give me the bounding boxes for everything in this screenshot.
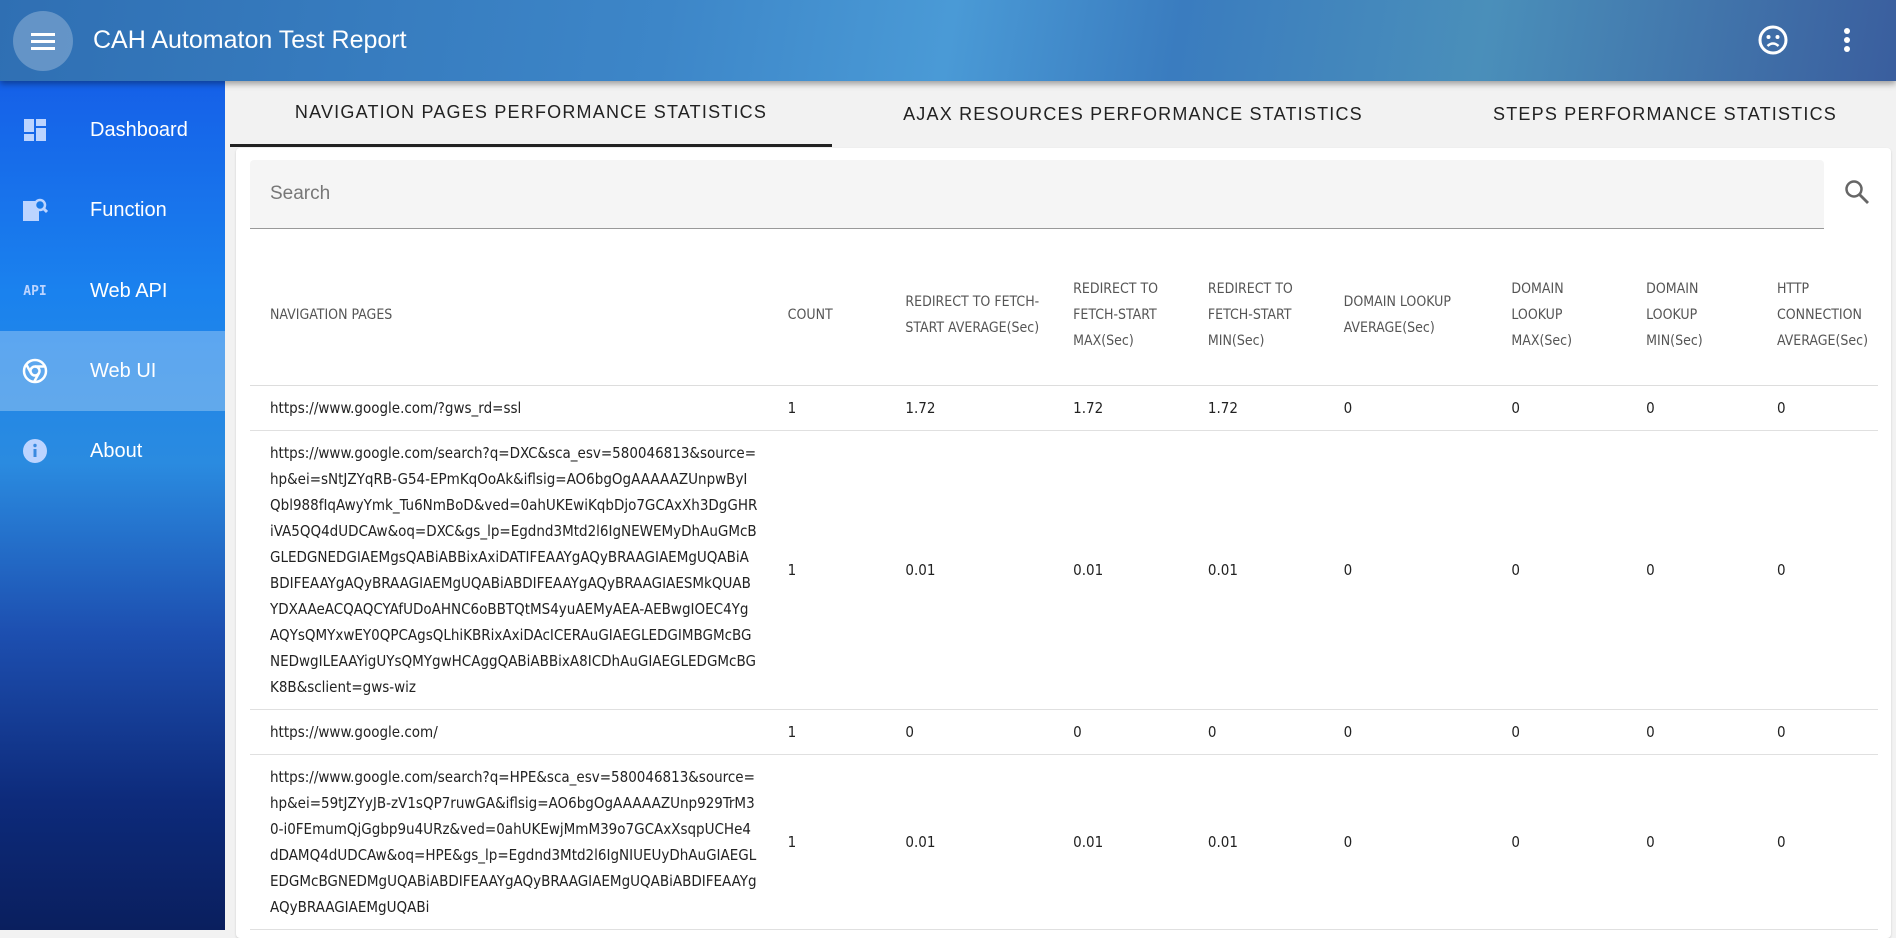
stat-cell: 0 [1626,430,1757,709]
dashboard-icon [22,117,48,143]
column-header[interactable]: COUNT [768,245,886,385]
info-icon [22,438,48,464]
stat-cell: 1 [768,385,886,430]
table-row: https://www.google.com/?gws_rd=ssl11.721… [250,385,1878,430]
sidebar-item-web-api[interactable]: API Web API [0,251,225,331]
stat-cell: 0 [1626,754,1757,929]
stat-cell: 0 [1491,709,1626,754]
sidebar-item-dashboard[interactable]: Dashboard [0,90,225,170]
column-header[interactable]: REDIRECT TO FETCH-START AVERAGE(Sec) [885,245,1053,385]
stat-cell: 0 [1757,754,1878,929]
stat-cell: 0.01 [1053,430,1188,709]
chrome-icon [22,358,48,384]
stat-cell: 1 [768,709,886,754]
page-url-cell: https://www.google.com/ [250,709,768,754]
stat-cell: 1 [768,430,886,709]
column-header[interactable]: REDIRECT TO FETCH-START MAX(Sec) [1053,245,1188,385]
app-header: CAH Automaton Test Report [0,0,1896,81]
stat-cell: 0 [1324,754,1492,929]
stat-cell: 0.01 [885,754,1053,929]
sidebar-item-about[interactable]: About [0,411,225,491]
table-row: https://www.google.com/search?q=DXC&sca_… [250,430,1878,709]
sidebar-item-label: About [90,440,142,463]
search-field[interactable] [250,160,1824,229]
more-vert-icon [1843,27,1851,53]
stat-cell: 0 [1324,430,1492,709]
sidebar: Dashboard Function API Web API Web UI Ab… [0,81,225,930]
column-header[interactable]: HTTP CONNECTION AVERAGE(Sec) [1757,245,1878,385]
sidebar-item-label: Web API [90,280,167,303]
navigation-pages-table: NAVIGATION PAGES COUNT REDIRECT TO FETCH… [250,245,1878,930]
tab-ajax-resources[interactable]: AJAX RESOURCES PERFORMANCE STATISTICS [832,81,1434,147]
sidebar-item-label: Dashboard [90,119,188,142]
search-icon[interactable] [1843,178,1871,206]
menu-button[interactable] [13,11,73,71]
page-url-cell: https://www.google.com/?gws_rd=ssl [250,385,768,430]
column-header[interactable]: DOMAIN LOOKUP AVERAGE(Sec) [1324,245,1492,385]
stat-cell: 0 [1491,385,1626,430]
stat-cell: 0 [1324,709,1492,754]
page-url-cell: https://www.google.com/search?q=DXC&sca_… [250,430,768,709]
column-header[interactable]: DOMAIN LOOKUP MIN(Sec) [1626,245,1757,385]
column-header[interactable]: DOMAIN LOOKUP MAX(Sec) [1491,245,1626,385]
tab-steps[interactable]: STEPS PERFORMANCE STATISTICS [1434,81,1896,147]
tab-bar: NAVIGATION PAGES PERFORMANCE STATISTICS … [230,81,1896,147]
stat-cell: 0 [1757,709,1878,754]
stat-cell: 0.01 [1188,430,1324,709]
column-header[interactable]: NAVIGATION PAGES [250,245,768,385]
stat-cell: 0.01 [1188,754,1324,929]
app-title: CAH Automaton Test Report [93,26,407,55]
search-input[interactable] [250,160,1824,228]
stat-cell: 1.72 [1053,385,1188,430]
stat-cell: 0.01 [1053,754,1188,929]
table-row: https://www.google.com/10000000 [250,709,1878,754]
stat-cell: 0.01 [885,430,1053,709]
sidebar-item-function[interactable]: Function [0,170,225,250]
api-icon: API [22,278,48,304]
stat-cell: 0 [1757,385,1878,430]
function-icon [22,197,48,223]
page-url-cell: https://www.google.com/search?q=HPE&sca_… [250,754,768,929]
stat-cell: 0 [1491,754,1626,929]
stat-cell: 1 [768,754,886,929]
tab-navigation-pages[interactable]: NAVIGATION PAGES PERFORMANCE STATISTICS [230,81,832,147]
feedback-button[interactable] [1753,20,1793,60]
stat-cell: 0 [1324,385,1492,430]
stat-cell: 0 [885,709,1053,754]
stat-cell: 0 [1626,385,1757,430]
table-row: https://www.google.com/search?q=HPE&sca_… [250,754,1878,929]
stat-cell: 0 [1626,709,1757,754]
stat-cell: 1.72 [885,385,1053,430]
hamburger-icon [31,32,55,50]
table-header-row: NAVIGATION PAGES COUNT REDIRECT TO FETCH… [250,245,1878,385]
statistics-card: NAVIGATION PAGES COUNT REDIRECT TO FETCH… [236,148,1891,938]
stat-cell: 0 [1757,430,1878,709]
stat-cell: 0 [1491,430,1626,709]
stat-cell: 1.72 [1188,385,1324,430]
sidebar-item-label: Function [90,199,167,222]
stat-cell: 0 [1053,709,1188,754]
sidebar-item-web-ui[interactable]: Web UI [0,331,225,411]
sidebar-item-label: Web UI [90,360,156,383]
column-header[interactable]: REDIRECT TO FETCH-START MIN(Sec) [1188,245,1324,385]
more-options-button[interactable] [1827,20,1867,60]
sad-face-icon [1757,24,1789,56]
stat-cell: 0 [1188,709,1324,754]
